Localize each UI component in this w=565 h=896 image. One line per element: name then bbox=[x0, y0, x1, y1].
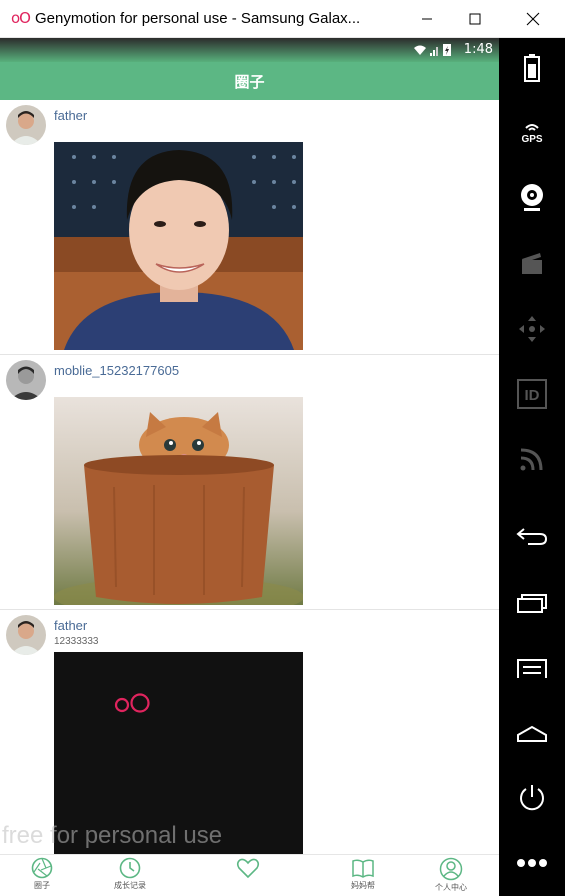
book-icon bbox=[352, 859, 374, 878]
maximize-button[interactable] bbox=[452, 0, 498, 38]
feed-post[interactable]: father 12333333 bbox=[0, 610, 499, 870]
portrait-image bbox=[54, 142, 303, 350]
menu-icon bbox=[517, 659, 547, 678]
person-icon bbox=[439, 857, 463, 881]
window-title: Genymotion for personal use - Samsung Ga… bbox=[35, 10, 361, 27]
phone-screen: 1:48 圈子 father moblie_15232177605 father… bbox=[0, 38, 499, 896]
back-icon bbox=[516, 528, 548, 545]
webcam-button[interactable] bbox=[499, 170, 565, 226]
id-button[interactable]: ID bbox=[499, 366, 565, 422]
avatar[interactable] bbox=[6, 360, 46, 400]
more-button[interactable] bbox=[499, 835, 565, 891]
minimize-icon bbox=[422, 18, 432, 20]
feed-post[interactable]: father bbox=[0, 100, 499, 355]
capture-button[interactable] bbox=[499, 235, 565, 291]
nav-label: 圈子 bbox=[34, 881, 50, 890]
webcam-icon bbox=[521, 184, 543, 211]
close-icon bbox=[526, 12, 540, 26]
nav-item-favorite[interactable] bbox=[213, 855, 283, 896]
maximize-icon bbox=[469, 13, 481, 25]
nav-item-growth[interactable]: 成长记录 bbox=[95, 855, 165, 896]
recent-apps-button[interactable] bbox=[499, 575, 565, 631]
bottom-nav: 圈子 成长记录 妈妈帮 个人中心 bbox=[0, 854, 499, 896]
post-text: 12333333 bbox=[54, 636, 99, 647]
close-button[interactable] bbox=[510, 0, 556, 38]
nav-label: 妈妈帮 bbox=[351, 881, 375, 890]
avatar-image bbox=[6, 105, 46, 145]
home-icon bbox=[517, 725, 547, 742]
avatar[interactable] bbox=[6, 105, 46, 145]
post-photo[interactable] bbox=[54, 142, 303, 350]
avatar-image bbox=[6, 615, 46, 655]
status-time: 1:48 bbox=[463, 42, 493, 57]
genymotion-logo-icon: oO bbox=[11, 9, 31, 27]
more-icon bbox=[517, 859, 547, 867]
post-photo[interactable] bbox=[54, 652, 303, 860]
heart-icon bbox=[236, 858, 260, 879]
dpad-button[interactable] bbox=[499, 301, 565, 357]
power-button[interactable] bbox=[499, 770, 565, 826]
window-titlebar: oO Genymotion for personal use - Samsung… bbox=[0, 0, 565, 38]
home-button[interactable] bbox=[499, 706, 565, 762]
app-bar: 圈子 bbox=[0, 62, 499, 100]
aperture-icon bbox=[31, 857, 53, 879]
gps-button[interactable]: GPS bbox=[499, 105, 565, 161]
status-icons bbox=[413, 43, 451, 56]
battery-button[interactable] bbox=[499, 40, 565, 96]
rss-icon bbox=[520, 448, 543, 471]
menu-button[interactable] bbox=[499, 640, 565, 696]
id-icon: ID bbox=[517, 379, 547, 409]
post-username[interactable]: moblie_15232177605 bbox=[54, 363, 179, 378]
status-bar: 1:48 bbox=[0, 38, 499, 62]
signal-icon bbox=[430, 47, 438, 56]
genymotion-logo-image bbox=[54, 652, 303, 860]
page-title: 圈子 bbox=[234, 73, 265, 91]
clapperboard-icon bbox=[522, 253, 542, 274]
power-icon bbox=[520, 785, 544, 811]
rss-button[interactable] bbox=[499, 431, 565, 487]
avatar[interactable] bbox=[6, 615, 46, 655]
recent-apps-icon bbox=[517, 594, 547, 613]
back-button[interactable] bbox=[499, 508, 565, 564]
nav-label: 成长记录 bbox=[114, 881, 146, 890]
nav-item-moms[interactable]: 妈妈帮 bbox=[328, 855, 398, 896]
gps-icon: GPS bbox=[521, 124, 543, 145]
nav-item-circle[interactable]: 圈子 bbox=[7, 855, 77, 896]
feed-list[interactable]: father moblie_15232177605 father 1233333… bbox=[0, 100, 499, 870]
emulator-sidebar: GPS ID bbox=[499, 38, 565, 896]
nav-item-profile[interactable]: 个人中心 bbox=[416, 855, 486, 896]
post-photo[interactable] bbox=[54, 397, 303, 605]
battery-charging-icon bbox=[443, 44, 451, 56]
wifi-icon bbox=[414, 45, 426, 55]
post-username[interactable]: father bbox=[54, 618, 87, 633]
feed-post[interactable]: moblie_15232177605 bbox=[0, 355, 499, 610]
avatar-image bbox=[6, 360, 46, 400]
clock-icon bbox=[119, 857, 141, 879]
kitten-in-pot-image bbox=[54, 397, 303, 605]
battery-icon bbox=[524, 54, 540, 82]
dpad-icon bbox=[519, 316, 545, 342]
gps-label: GPS bbox=[521, 134, 542, 145]
post-username[interactable]: father bbox=[54, 108, 87, 123]
id-label: ID bbox=[525, 387, 540, 404]
nav-label: 个人中心 bbox=[435, 883, 467, 892]
minimize-button[interactable] bbox=[404, 0, 450, 38]
